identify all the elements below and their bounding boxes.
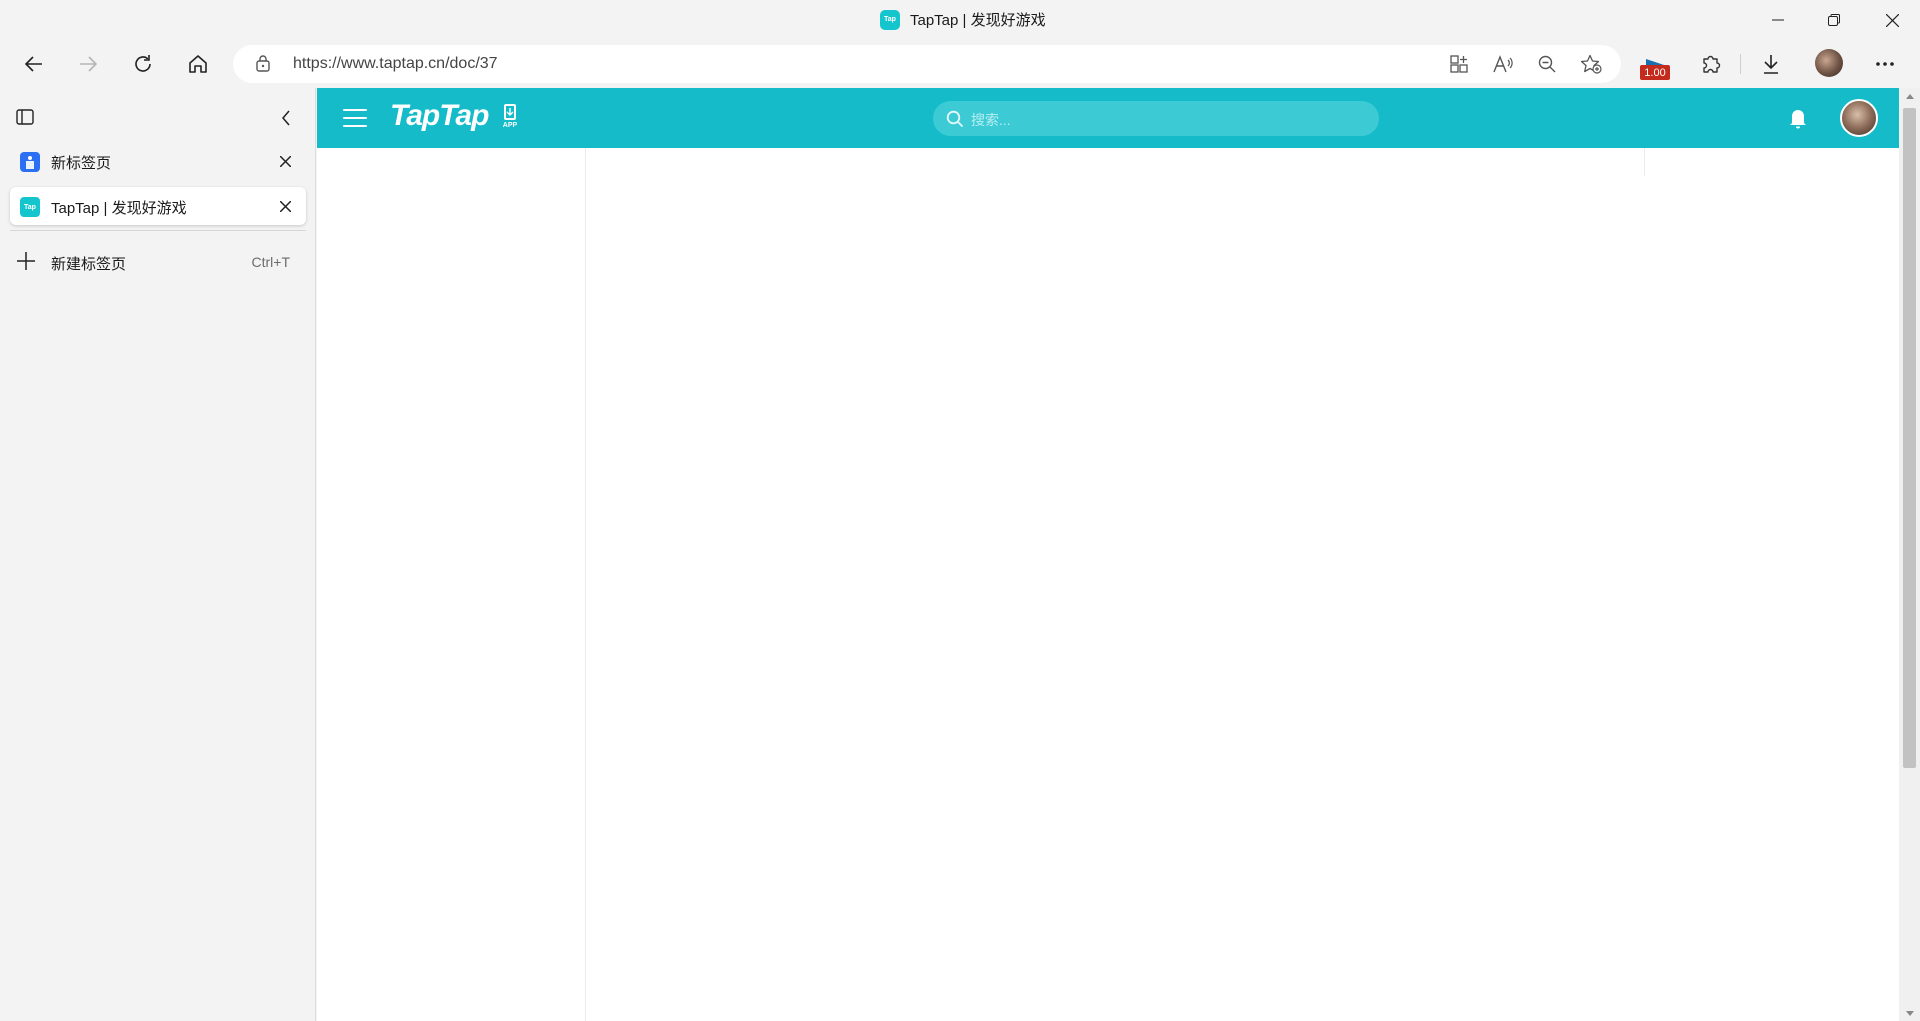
forward-arrow-icon <box>80 56 98 72</box>
forward-button[interactable] <box>70 46 106 82</box>
tab-label: 新标签页 <box>51 155 112 172</box>
left-column-divider <box>585 148 586 1021</box>
add-favorite-icon[interactable] <box>1579 52 1603 76</box>
lock-icon[interactable] <box>255 54 271 77</box>
plus-icon <box>16 251 36 276</box>
user-avatar[interactable] <box>1840 99 1878 137</box>
search-input[interactable]: 搜索... <box>933 101 1379 136</box>
back-button[interactable] <box>16 46 52 82</box>
page-scrollbar[interactable] <box>1899 88 1920 1021</box>
zoom-out-icon[interactable] <box>1535 52 1559 76</box>
title-bar: Tap TapTap | 发现好游戏 <box>0 0 1920 40</box>
url-text[interactable]: https://www.taptap.cn/doc/37 <box>293 55 498 73</box>
browser-toolbar: https://www.taptap.cn/doc/37 <box>0 40 1920 88</box>
tab-actions-icon[interactable] <box>16 108 34 131</box>
app-available-icon[interactable] <box>1447 52 1471 76</box>
tab-new-tab[interactable]: 新标签页 <box>10 142 306 180</box>
close-tab-button[interactable] <box>276 197 294 215</box>
chevron-left-icon <box>282 110 290 126</box>
taptap-favicon: Tap <box>880 9 900 30</box>
sidebar-divider <box>10 230 306 231</box>
minimize-button[interactable] <box>1750 0 1806 40</box>
page-viewport: TapTap APP 搜索... <box>317 88 1899 1021</box>
tab-label: TapTap | 发现好游戏 <box>51 200 187 217</box>
close-tab-button[interactable] <box>276 152 294 170</box>
settings-more-button[interactable] <box>1867 46 1903 82</box>
extension-badge: 1.00 <box>1640 65 1670 80</box>
extensions-button[interactable] <box>1693 46 1729 82</box>
close-icon <box>279 200 291 212</box>
search-icon <box>946 110 964 133</box>
app-label: APP <box>502 122 518 129</box>
toolbar-separator <box>1740 54 1741 74</box>
puzzle-icon <box>1703 55 1721 73</box>
new-tab-favicon <box>20 152 40 172</box>
vertical-tabs-sidebar: 新标签页 Tap TapTap | 发现好游戏 新建标签页 Ctrl+T <box>0 88 316 1021</box>
taptap-header: TapTap APP 搜索... <box>317 88 1899 148</box>
app-download-icon[interactable]: APP <box>500 104 520 132</box>
read-aloud-icon[interactable] <box>1491 52 1515 76</box>
close-icon <box>279 155 291 167</box>
close-window-button[interactable] <box>1864 0 1920 40</box>
downloads-button[interactable] <box>1753 46 1789 82</box>
new-tab-label: 新建标签页 <box>51 256 127 273</box>
profile-avatar[interactable] <box>1815 49 1843 77</box>
taptap-favicon: Tap <box>20 197 40 217</box>
search-placeholder: 搜索... <box>971 112 1011 128</box>
scrollbar-thumb[interactable] <box>1903 108 1916 768</box>
hamburger-menu-icon[interactable] <box>343 106 367 130</box>
minimize-icon <box>1772 19 1784 21</box>
back-arrow-icon <box>24 56 42 72</box>
notification-bell-icon[interactable] <box>1785 105 1811 131</box>
refresh-icon <box>135 55 151 72</box>
right-column-divider <box>1644 148 1645 176</box>
tab-taptap[interactable]: Tap TapTap | 发现好游戏 <box>10 187 306 225</box>
address-bar[interactable]: https://www.taptap.cn/doc/37 <box>233 45 1621 83</box>
home-icon <box>189 55 207 73</box>
window-title: Tap TapTap | 发现好游戏 <box>880 9 1046 30</box>
close-icon <box>1885 13 1899 27</box>
scroll-down-arrow-icon[interactable] <box>1899 1005 1920 1021</box>
taptap-logo[interactable]: TapTap <box>390 99 489 133</box>
new-tab-button[interactable]: 新建标签页 Ctrl+T <box>10 244 306 280</box>
home-button[interactable] <box>180 46 216 82</box>
new-tab-shortcut: Ctrl+T <box>251 254 291 270</box>
refresh-button[interactable] <box>125 46 161 82</box>
window-title-text: TapTap | 发现好游戏 <box>910 12 1046 29</box>
download-icon <box>1764 55 1778 74</box>
restore-icon <box>1828 14 1840 26</box>
more-dots-icon <box>1876 62 1894 66</box>
scroll-up-arrow-icon[interactable] <box>1899 88 1920 104</box>
restore-button[interactable] <box>1806 0 1862 40</box>
collapse-sidebar-button[interactable] <box>274 106 298 130</box>
